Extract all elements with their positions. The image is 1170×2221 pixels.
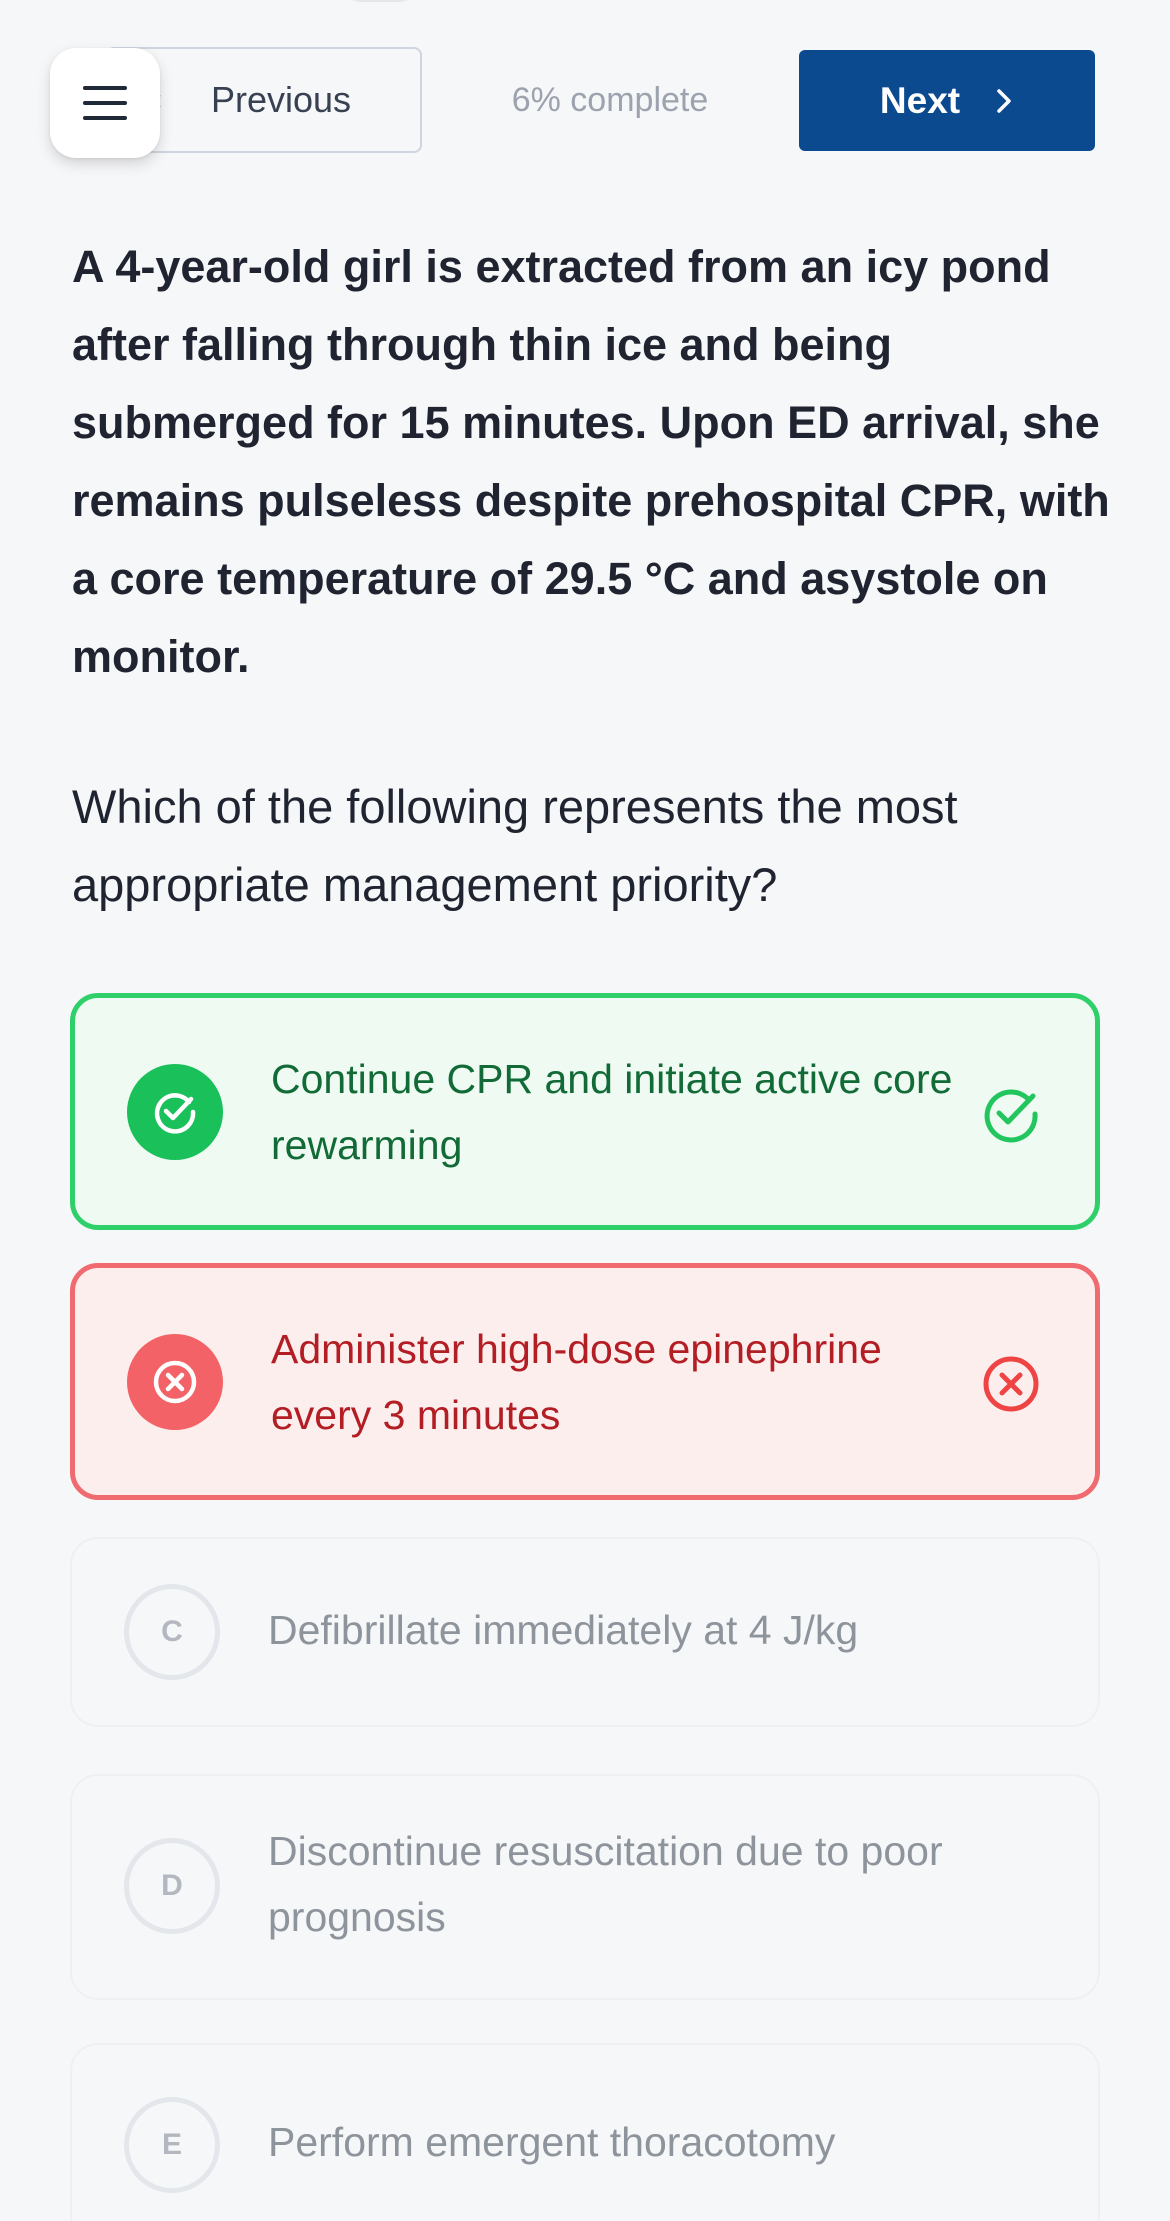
chevron-right-icon [997,88,1011,113]
answer-option-e[interactable]: E Perform emergent thoracotomy [70,2043,1100,2221]
check-circle-icon [154,1093,196,1134]
option-a-marker [127,1064,223,1160]
menu-button[interactable] [50,48,160,158]
top-scroll-handle [340,0,420,2]
question-stem: A 4-year-old girl is extracted from an i… [72,241,1110,682]
progress-text: 6% complete [511,80,709,119]
option-d-letter: D [124,1838,220,1934]
quiz-page: ‹ Previous 6% complete Next A 4-year-old… [0,0,1170,2221]
option-e-letter: E [124,2097,220,2193]
quiz-nav-bar: ‹ Previous 6% complete Next [0,46,1170,158]
x-circle-icon [153,1360,197,1404]
option-b-marker [127,1334,223,1430]
previous-button-label: Previous [210,79,352,120]
option-c-letter: C [124,1584,220,1680]
answer-option-c[interactable]: C Defibrillate immediately at 4 J/kg [70,1537,1100,1727]
hamburger-menu-icon [83,86,127,120]
answer-option-d[interactable]: D Discontinue resuscitation due to poor … [70,1774,1100,2000]
answer-option-b[interactable]: Administer high-dose epinephrine every 3… [70,1263,1100,1500]
incorrect-x-icon [983,1356,1039,1412]
option-a-text: Continue CPR and initiate active core re… [271,1056,953,1168]
correct-check-icon [984,1089,1038,1143]
next-button-label: Next [879,79,961,121]
answer-option-a[interactable]: Continue CPR and initiate active core re… [70,993,1100,1230]
question-prompt: Which of the following represents the mo… [72,780,958,911]
option-c-text: Defibrillate immediately at 4 J/kg [268,1607,859,1653]
option-b-text: Administer high-dose epinephrine every 3… [271,1326,882,1438]
next-button[interactable]: Next [799,50,1095,151]
option-d-text: Discontinue resuscitation due to poor pr… [268,1828,943,1940]
option-e-text: Perform emergent thoracotomy [268,2119,836,2165]
